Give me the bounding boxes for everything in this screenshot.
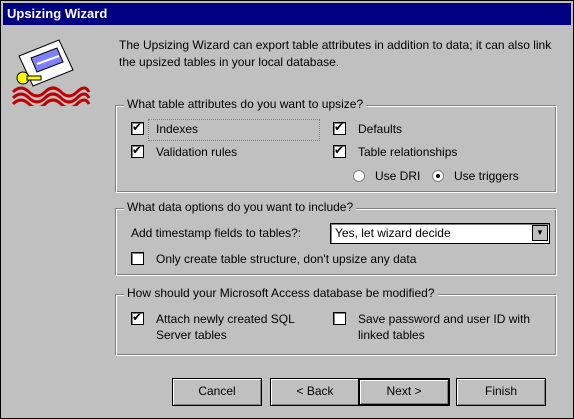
defaults-checkbox[interactable]: Defaults	[333, 120, 403, 137]
defaults-check-icon	[333, 120, 346, 135]
use-triggers-radio[interactable]: Use triggers	[432, 168, 519, 184]
next-button[interactable]: Next >	[358, 378, 450, 406]
table-attributes-legend: What table attributes do you want to ups…	[124, 97, 367, 111]
indexes-label: Indexes	[156, 122, 199, 136]
attach-tables-checkbox[interactable]: Attach newly created SQL Server tables	[131, 310, 316, 343]
use-dri-radio-icon	[353, 170, 365, 182]
table-relationships-label: Table relationships	[358, 145, 458, 159]
table-relationships-checkbox[interactable]: Table relationships	[333, 143, 458, 160]
indexes-check-icon	[131, 120, 144, 135]
structure-only-check-icon	[131, 252, 144, 265]
structure-only-label: Only create table structure, don't upsiz…	[156, 252, 417, 266]
validation-rules-checkbox[interactable]: Validation rules	[131, 143, 238, 160]
validation-rules-check-icon	[131, 143, 144, 158]
upsizing-wizard-window: Upsizing Wizard The Upsizing Wizard can …	[0, 0, 574, 419]
finish-button[interactable]: Finish	[456, 378, 546, 406]
title-bar: Upsizing Wizard	[3, 3, 571, 25]
defaults-label: Defaults	[358, 122, 403, 136]
attach-tables-check-icon	[131, 310, 144, 325]
use-dri-label: Use DRI	[375, 169, 421, 183]
attach-tables-label: Attach newly created SQL Server tables	[156, 312, 295, 342]
save-password-checkbox[interactable]: Save password and user ID with linked ta…	[333, 311, 548, 343]
indexes-checkbox[interactable]: Indexes	[131, 120, 199, 137]
timestamp-label: Add timestamp fields to tables?:	[131, 226, 302, 240]
save-password-check-icon	[333, 312, 346, 325]
validation-rules-label: Validation rules	[156, 145, 238, 159]
table-relationships-check-icon	[333, 143, 346, 158]
timestamp-select[interactable]: Yes, let wizard decide ▼	[330, 223, 550, 244]
back-button[interactable]: < Back	[270, 378, 360, 406]
chevron-down-icon[interactable]: ▼	[532, 225, 548, 241]
cancel-button[interactable]: Cancel	[172, 378, 262, 406]
structure-only-checkbox[interactable]: Only create table structure, don't upsiz…	[131, 251, 416, 267]
use-triggers-radio-icon	[432, 170, 444, 182]
wizard-database-icon	[11, 39, 91, 106]
intro-text: The Upsizing Wizard can export table att…	[119, 38, 552, 69]
timestamp-select-value: Yes, let wizard decide	[335, 226, 451, 240]
use-dri-radio[interactable]: Use DRI	[353, 168, 420, 184]
database-modify-legend: How should your Microsoft Access databas…	[124, 286, 438, 300]
data-options-legend: What data options do you want to include…	[124, 200, 357, 214]
save-password-label: Save password and user ID with linked ta…	[358, 312, 531, 342]
window-title: Upsizing Wizard	[7, 6, 108, 21]
use-triggers-label: Use triggers	[454, 169, 519, 183]
